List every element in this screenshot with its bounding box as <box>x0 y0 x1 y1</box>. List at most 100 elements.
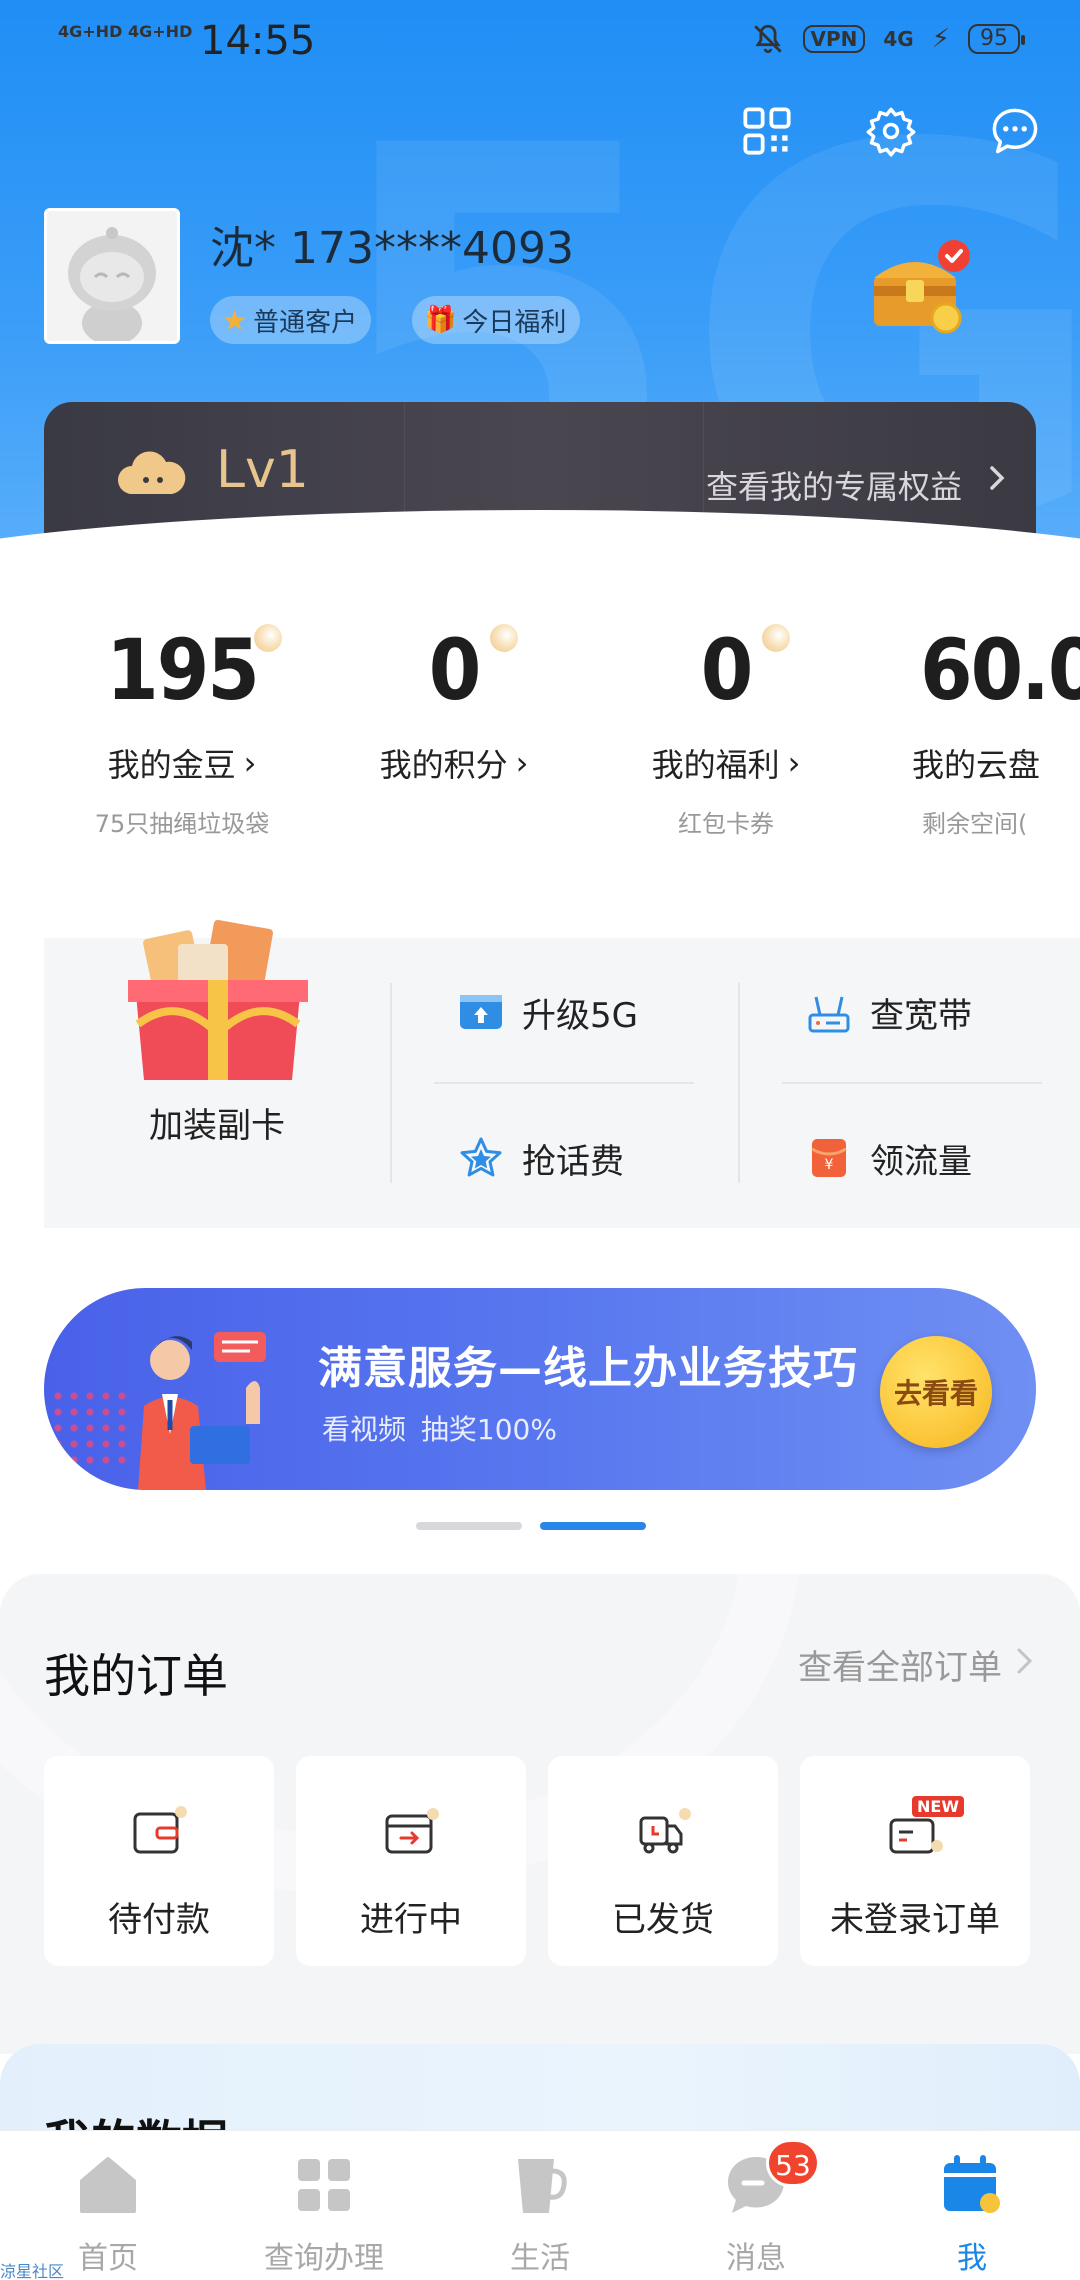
profile-header: 5G 4G+HD 4G+HD 14:55 VPN 4G ⚡ 95 沈* 173*… <box>0 0 1080 580</box>
qr-code-icon <box>743 107 791 155</box>
nav-messages[interactable]: 53 消息 <box>648 2131 864 2280</box>
chevron-right-icon: › <box>515 744 529 782</box>
battery-indicator: 95 <box>968 24 1025 54</box>
divider <box>390 983 392 1183</box>
asset-stats: 195 我的金豆 › 75只抽绳垃圾袋 0 我的积分 › 0 我的福利 › 红包卡券 … <box>0 620 1080 860</box>
calendar-sign-icon <box>944 2155 1000 2213</box>
nav-me[interactable]: 我 <box>864 2131 1080 2280</box>
star-icon: ★ <box>222 303 248 337</box>
stat-label-text: 我的福利 <box>651 746 780 784</box>
customer-level-label: 普通客户 <box>253 307 358 338</box>
order-label: 未登录订单 <box>830 1900 1000 1940</box>
divider <box>782 1082 1042 1084</box>
settings-button[interactable] <box>864 104 918 158</box>
service-label: 抢话费 <box>522 1141 624 1182</box>
add-secondary-card[interactable]: 加装副卡 <box>44 919 390 1228</box>
service-check-broadband[interactable]: 查宽带 <box>806 962 972 1062</box>
red-envelope-icon: ¥ <box>811 1139 847 1177</box>
banner-subtitle: 看视频 抽奖100% <box>322 1413 557 1446</box>
nav-label: 我 <box>957 2241 987 2276</box>
service-claim-data[interactable]: ¥ 领流量 <box>806 1108 972 1208</box>
service-label: 升级5G <box>522 995 638 1036</box>
coin-icon <box>490 624 518 652</box>
service-grab-credit[interactable]: 抢话费 <box>458 1108 624 1208</box>
chevron-right-icon: › <box>243 744 257 782</box>
qr-code-button[interactable] <box>740 104 794 158</box>
avatar-robot-icon <box>47 211 177 341</box>
stat-label-text: 我的云盘 <box>912 746 1041 784</box>
stat-label-text: 我的积分 <box>379 746 508 784</box>
stat-welfare[interactable]: 0 我的福利 › 红包卡券 <box>590 620 862 839</box>
cloud-icon <box>118 451 186 494</box>
banner-go-button[interactable]: 去看看 <box>880 1336 992 1448</box>
messages-button[interactable] <box>988 104 1042 158</box>
stat-value: 0 <box>428 621 482 719</box>
promo-banner[interactable]: 满意服务—线上办业务技巧 看视频 抽奖100% 去看看 <box>44 1288 1036 1490</box>
customer-level-chip[interactable]: ★ 普通客户 <box>210 296 372 344</box>
header-actions <box>740 104 1042 158</box>
user-name-phone: 沈* 173****4093 <box>210 223 574 274</box>
order-label: 进行中 <box>360 1900 462 1940</box>
signal-2-label: 4G+HD <box>128 22 193 41</box>
daily-welfare-label: 今日福利 <box>462 307 567 338</box>
coin-icon <box>762 624 790 652</box>
upgrade-icon <box>460 995 502 1029</box>
order-label: 待付款 <box>108 1900 210 1940</box>
stat-label: 我的云盘 <box>862 740 1080 786</box>
daily-welfare-chip[interactable]: 🎁 今日福利 <box>412 296 581 344</box>
signal-2: 4G+HD <box>128 22 192 41</box>
view-all-orders-link[interactable]: 查看全部订单 <box>798 1640 1002 1689</box>
order-shipped[interactable]: 已发货 <box>548 1756 778 1966</box>
router-icon <box>808 996 850 1033</box>
chat-bubble-icon <box>992 108 1038 154</box>
order-unregistered[interactable]: NEW 未登录订单 <box>800 1756 1030 1966</box>
gear-icon <box>866 107 916 157</box>
wallet-icon <box>133 1806 187 1854</box>
divider <box>738 983 740 1183</box>
banner-title: 满意服务—线上办业务技巧 <box>318 1343 858 1394</box>
new-tag: NEW <box>912 1796 964 1817</box>
stat-sub: 75只抽绳垃圾袋 <box>94 810 270 838</box>
service-label: 领流量 <box>870 1141 972 1182</box>
cup-icon <box>518 2159 567 2213</box>
orders-title: 我的订单 <box>44 1649 228 1703</box>
chevron-right-icon <box>990 466 1005 490</box>
nav-life[interactable]: 生活 <box>432 2131 648 2280</box>
stat-label: 我的福利 › <box>590 740 862 786</box>
banner-page-indicator-active <box>540 1522 646 1530</box>
status-bar: 4G+HD 4G+HD 14:55 VPN 4G ⚡ 95 <box>0 0 1080 84</box>
stat-points[interactable]: 0 我的积分 › <box>318 620 590 804</box>
stat-sub: 红包卡券 <box>678 810 774 838</box>
network-4g: 4G <box>883 27 914 51</box>
gift-icon: 🎁 <box>424 305 457 335</box>
treasure-chest-icon[interactable] <box>868 238 978 338</box>
signal-1-label: 4G+HD <box>58 22 123 41</box>
charging-icon: ⚡ <box>931 24 950 54</box>
service-upgrade-5g[interactable]: 升级5G <box>458 962 638 1062</box>
gift-box-icon <box>128 919 308 1080</box>
chevron-right-icon <box>1017 1648 1033 1674</box>
nav-query[interactable]: 查询办理 <box>216 2131 432 2280</box>
delivery-truck-icon <box>639 1808 691 1854</box>
view-rights-link[interactable]: 查看我的专属权益 <box>706 462 962 508</box>
stat-gold-beans[interactable]: 195 我的金豆 › 75只抽绳垃圾袋 <box>46 620 318 839</box>
divider <box>434 1082 694 1084</box>
stat-cloud-drive[interactable]: 60.0 我的云盘 剩余空间( <box>862 620 1080 839</box>
order-label: 已发货 <box>612 1900 714 1940</box>
order-in-progress[interactable]: 进行中 <box>296 1756 526 1966</box>
order-pending-payment[interactable]: 待付款 <box>44 1756 274 1966</box>
bottom-navigation: 首页 查询办理 生活 53 消息 我 <box>0 2130 1080 2280</box>
chevron-right-icon: › <box>787 744 801 782</box>
grid-icon <box>298 2159 350 2211</box>
stat-value: 60.0 <box>920 621 1080 719</box>
stat-sub: 剩余空间( <box>922 810 1028 838</box>
stat-label-text: 我的金豆 <box>107 746 236 784</box>
status-icons: VPN 4G ⚡ 95 <box>751 22 1025 56</box>
svg-text:¥: ¥ <box>825 1157 834 1173</box>
stat-label: 我的积分 › <box>318 740 590 786</box>
avatar[interactable] <box>44 208 180 344</box>
card-arrow-icon <box>385 1808 439 1854</box>
banner-page-indicator <box>416 1522 522 1530</box>
home-icon <box>80 2157 136 2213</box>
add-secondary-card-label: 加装副卡 <box>149 1106 285 1146</box>
